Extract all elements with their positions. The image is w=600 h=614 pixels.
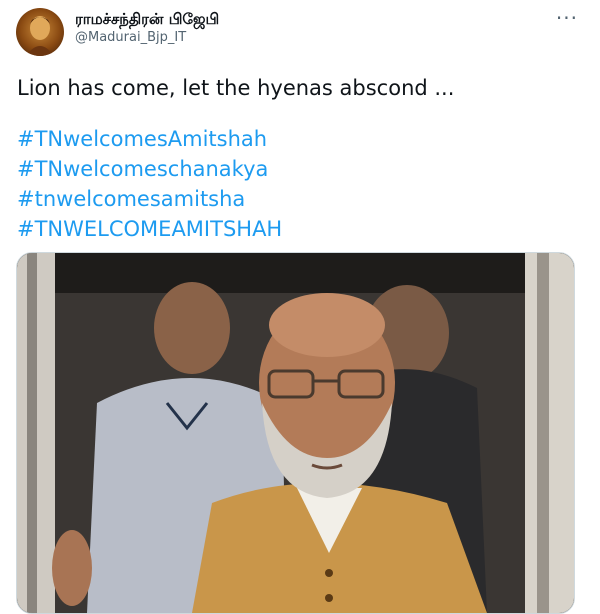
author-handle[interactable]: @Madurai_Bjp_IT — [75, 30, 186, 45]
hashtag-link[interactable]: #TNwelcomesAmitshah — [17, 124, 282, 154]
hashtag-link[interactable]: #TNWELCOMEAMITSHAH — [17, 214, 282, 244]
author-avatar[interactable] — [16, 8, 64, 56]
more-options-icon[interactable]: ··· — [556, 6, 578, 30]
hashtag-link[interactable]: #TNwelcomeschanakya — [17, 154, 282, 184]
tweet-photo[interactable] — [16, 252, 575, 614]
author-display-name[interactable]: ராமச்சந்திரன் பிஜேபி — [75, 10, 219, 30]
hashtag-link[interactable]: #tnwelcomesamitsha — [17, 184, 282, 214]
tweet-text: Lion has come, let the hyenas abscond ..… — [17, 76, 455, 100]
hashtag-list: #TNwelcomesAmitshah #TNwelcomeschanakya … — [17, 124, 282, 244]
